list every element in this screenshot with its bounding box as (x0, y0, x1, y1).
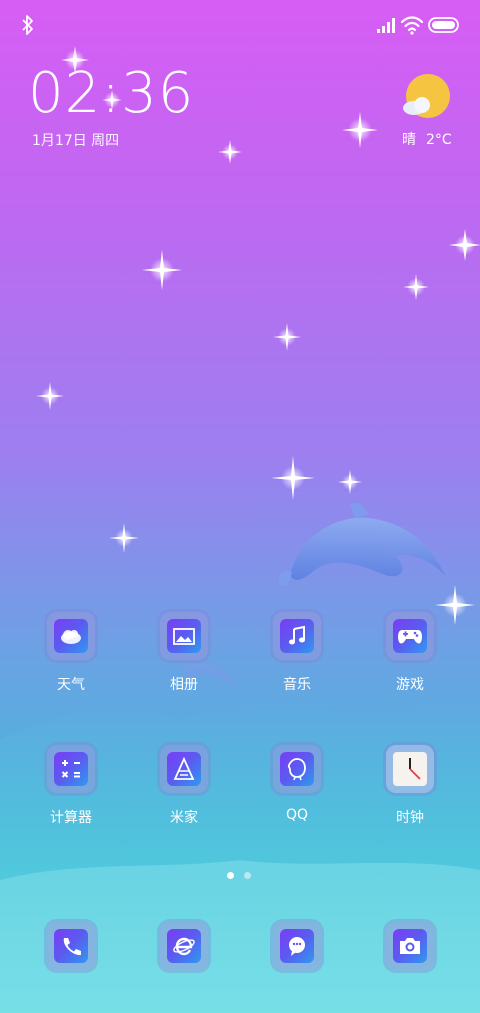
app-gallery[interactable]: 相册 (134, 612, 234, 694)
game-app-icon (398, 630, 422, 644)
app-label: 天气 (57, 677, 85, 693)
phone-app-icon (63, 938, 81, 956)
wallpaper (0, 46, 480, 1013)
music-app-icon (289, 625, 305, 645)
app-label: 时钟 (396, 810, 424, 826)
app-calculator[interactable]: 计算器 (21, 745, 121, 827)
page-dot-active[interactable] (227, 872, 234, 879)
messages-app-icon (289, 937, 305, 956)
gallery-app-icon (173, 628, 195, 645)
app-label: 游戏 (396, 677, 424, 693)
app-label: QQ (285, 807, 309, 823)
status-bar (0, 0, 480, 50)
app-label: 音乐 (283, 677, 311, 693)
clock-date[interactable]: 1月17日 周四 (32, 130, 119, 150)
dock-messages[interactable] (247, 922, 347, 970)
qq-app-icon (287, 758, 306, 781)
dolphin-large (278, 503, 445, 586)
page-dot[interactable] (244, 872, 251, 879)
app-music[interactable]: 音乐 (247, 612, 347, 694)
wifi-icon (400, 16, 424, 35)
dock-browser[interactable] (134, 922, 234, 970)
page-indicator[interactable] (227, 872, 257, 880)
weather-summary[interactable]: 晴 2°C (402, 129, 462, 149)
sun-cloud-icon[interactable] (400, 72, 452, 124)
weather-app-icon (61, 630, 81, 644)
signal-icon (377, 18, 395, 33)
camera-app-icon (400, 938, 420, 954)
mijia-app-icon (173, 757, 195, 780)
clock-app-icon (409, 758, 421, 780)
weather-temperature: 2°C (426, 132, 452, 148)
app-qq[interactable]: QQ (247, 745, 347, 823)
app-label: 米家 (170, 810, 198, 826)
bluetooth-icon (22, 15, 33, 35)
app-label: 计算器 (50, 810, 92, 826)
battery-icon (428, 17, 459, 33)
clock-time[interactable]: 02:36 (28, 66, 194, 122)
dock-camera[interactable] (360, 922, 460, 970)
weather-condition: 晴 (402, 132, 416, 148)
app-game[interactable]: 游戏 (360, 612, 460, 694)
app-mijia[interactable]: 米家 (134, 745, 234, 827)
browser-app-icon (173, 937, 195, 956)
app-clock[interactable]: 时钟 (360, 745, 460, 827)
calculator-app-icon (61, 760, 80, 778)
app-weather[interactable]: 天气 (21, 612, 121, 694)
app-label: 相册 (170, 677, 198, 693)
dock-phone[interactable] (21, 922, 121, 970)
